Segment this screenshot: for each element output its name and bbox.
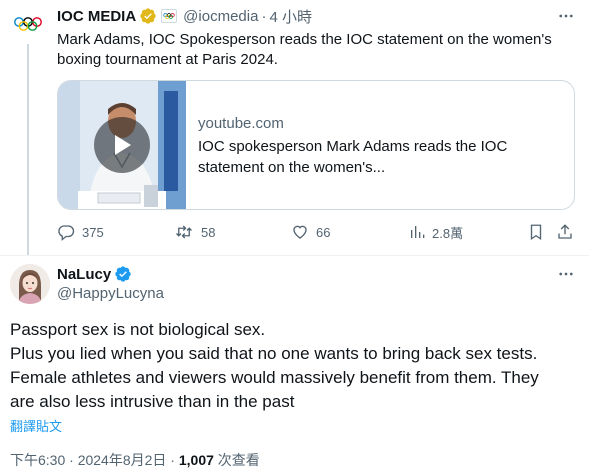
view-label: 次查看 [213, 452, 260, 468]
quoted-tweet[interactable]: IOC MEDIA @iocmedia · 4 小時 Mark Adams, I… [0, 0, 589, 256]
views-icon [411, 226, 425, 238]
retweet-button[interactable]: 58 [174, 221, 215, 243]
main-tweet-header: NaLucy [57, 264, 132, 284]
like-icon [293, 225, 307, 239]
more-options-icon[interactable] [556, 264, 576, 284]
divider [0, 255, 589, 256]
like-count: 66 [316, 224, 331, 240]
retweet-icon [176, 225, 192, 239]
verified-blue-badge-icon[interactable] [114, 265, 132, 283]
play-icon[interactable] [94, 117, 150, 173]
link-card[interactable]: youtube.com IOC spokesperson Mark Adams … [57, 80, 575, 210]
card-domain: youtube.com [198, 115, 284, 132]
retweet-count: 58 [201, 224, 216, 240]
quoted-tweet-header: IOC MEDIA @iocmedia · 4 小時 [57, 6, 312, 26]
bookmark-icon [530, 224, 542, 241]
views-button[interactable]: 2.8萬 [409, 221, 463, 243]
action-bar: 375 58 66 2.8萬 [57, 221, 577, 243]
avatar[interactable] [10, 264, 50, 304]
author-handle[interactable]: @HappyLucyna [57, 285, 164, 302]
reply-count: 375 [82, 224, 104, 240]
avatar-image [10, 264, 50, 304]
verified-gold-badge-icon[interactable] [139, 7, 157, 25]
author-handle[interactable]: @iocmedia [183, 8, 258, 25]
tweet-line: are also less intrusive than in the past [10, 392, 295, 411]
affiliate-badge-icon[interactable] [161, 9, 178, 23]
reply-button[interactable]: 375 [57, 221, 104, 243]
share-icon [558, 224, 572, 239]
reply-icon [58, 225, 75, 241]
card-title: IOC spokesperson Mark Adams reads the IO… [198, 138, 508, 176]
author-name[interactable]: NaLucy [57, 266, 111, 283]
views-count: 2.8萬 [432, 225, 464, 241]
separator-dot: · [261, 7, 267, 25]
thread-line [27, 44, 29, 256]
tweet-timestamp[interactable]: 下午6:30 · 2024年8月2日 · [10, 452, 179, 468]
author-name[interactable]: IOC MEDIA [57, 8, 136, 25]
tweet-time[interactable]: 4 小時 [269, 6, 312, 27]
like-button[interactable]: 66 [291, 221, 330, 243]
more-options-icon[interactable] [556, 6, 576, 26]
tweet-line: Plus you lied when you said that no one … [10, 344, 538, 363]
main-tweet-text: Passport sex is not biological sex. Plus… [10, 318, 580, 414]
tweet-line: Passport sex is not biological sex. [10, 320, 266, 339]
olympic-rings-icon [14, 17, 42, 31]
view-count: 1,007 [178, 452, 214, 468]
share-button[interactable] [556, 221, 581, 243]
tweet-metadata: 下午6:30 · 2024年8月2日 · 1,007 次查看 [10, 450, 260, 470]
bookmark-button[interactable] [527, 221, 552, 243]
video-thumbnail[interactable] [58, 81, 186, 209]
ioc-avatar[interactable] [12, 8, 44, 40]
tweet-line: Female athletes and viewers would massiv… [10, 368, 539, 387]
quoted-tweet-text: Mark Adams, IOC Spokesperson reads the I… [57, 31, 552, 68]
translate-link[interactable]: 翻譯貼文 [10, 416, 62, 435]
